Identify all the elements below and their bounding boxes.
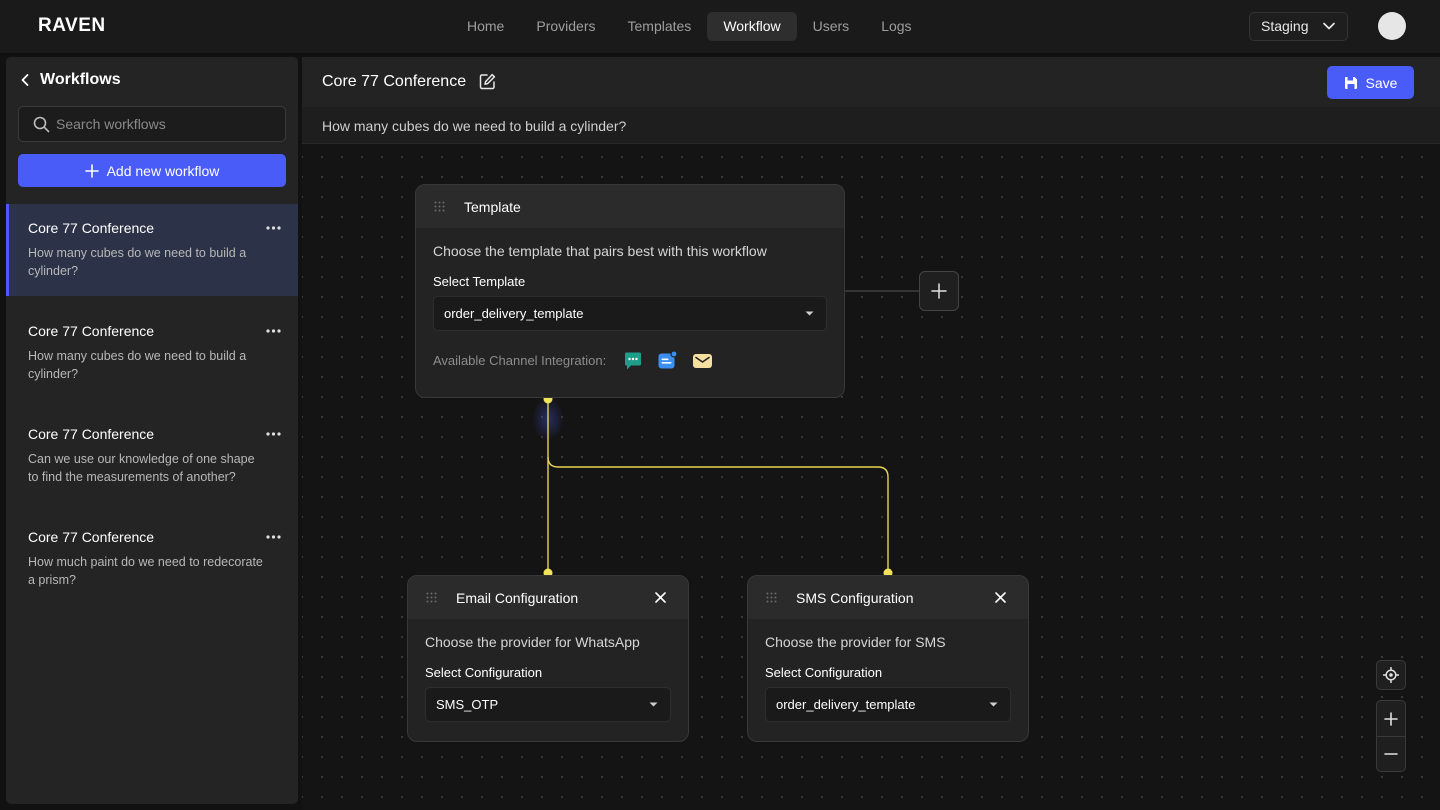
sms-icon: [658, 350, 678, 369]
channels-label: Available Channel Integration:: [433, 353, 607, 368]
nav-item-workflow[interactable]: Workflow: [707, 12, 797, 41]
workflow-list-item[interactable]: Core 77 Conference Can we use our knowle…: [6, 410, 298, 502]
search-icon: [33, 116, 50, 133]
node-header[interactable]: Email Configuration: [408, 576, 688, 619]
add-workflow-button[interactable]: Add new workflow: [18, 154, 286, 187]
node-description: Choose the provider for WhatsApp: [425, 634, 640, 650]
workflows-sidebar: Workflows Add new workflow Core 77 Confe…: [6, 57, 298, 804]
workflow-item-title: Core 77 Conference: [28, 529, 155, 545]
workflow-item-desc: How much paint do we need to redecorate …: [28, 555, 263, 587]
chat-icon: [625, 352, 642, 369]
environment-select[interactable]: Staging: [1249, 12, 1348, 41]
workflow-list-item[interactable]: Core 77 Conference How many cubes do we …: [6, 204, 298, 296]
more-options-icon[interactable]: [266, 432, 281, 436]
sms-configuration-select[interactable]: order_delivery_template: [765, 687, 1011, 722]
workflow-item-desc: How many cubes do we need to build a cyl…: [28, 246, 247, 278]
main-nav: Home Providers Templates Workflow Users …: [451, 12, 928, 41]
environment-value: Staging: [1261, 18, 1309, 34]
app-logo[interactable]: RAVEN: [38, 15, 106, 37]
add-workflow-label: Add new workflow: [106, 162, 220, 179]
more-options-icon[interactable]: [266, 535, 281, 539]
workflow-item-desc: How many cubes do we need to build a cyl…: [28, 349, 247, 381]
sms-configuration-node[interactable]: SMS Configuration Choose the provider fo…: [747, 575, 1029, 742]
select-configuration-label: Select Configuration: [425, 665, 543, 680]
template-select-value: order_delivery_template: [444, 306, 584, 321]
more-options-icon[interactable]: [266, 226, 281, 230]
search-input[interactable]: [56, 107, 276, 141]
node-header[interactable]: SMS Configuration: [748, 576, 1028, 619]
crosshair-icon: [1383, 667, 1399, 683]
nav-item-providers[interactable]: Providers: [520, 12, 611, 41]
nav-item-home[interactable]: Home: [451, 12, 520, 41]
node-body: Choose the provider for SMS Select Confi…: [748, 619, 1028, 722]
select-template-label: Select Template: [433, 274, 526, 289]
close-icon[interactable]: [995, 592, 1006, 603]
node-title: Email Configuration: [456, 590, 579, 606]
nav-item-users[interactable]: Users: [797, 12, 866, 41]
template-node[interactable]: Template Choose the template that pairs …: [415, 184, 845, 398]
workflow-item-title: Core 77 Conference: [28, 426, 155, 442]
search-box: [18, 106, 286, 142]
plus-icon: [1384, 711, 1398, 726]
workflow-item-title: Core 77 Conference: [28, 323, 155, 339]
caret-down-icon: [805, 311, 814, 316]
caret-down-icon: [649, 702, 658, 707]
workflow-list: Core 77 Conference How many cubes do we …: [6, 204, 298, 616]
select-configuration-label: Select Configuration: [765, 665, 883, 680]
email-configuration-value: SMS_OTP: [436, 697, 499, 712]
zoom-out-button[interactable]: [1377, 736, 1405, 771]
node-body: Choose the template that pairs best with…: [416, 228, 844, 371]
minus-icon: [1384, 753, 1398, 755]
caret-down-icon: [989, 702, 998, 707]
email-configuration-select[interactable]: SMS_OTP: [425, 687, 671, 722]
mail-icon: [693, 353, 713, 368]
chevron-left-icon[interactable]: [20, 73, 30, 87]
zoom-controls: [1376, 700, 1406, 772]
node-header[interactable]: Template: [416, 185, 844, 228]
node-description: Choose the template that pairs best with…: [433, 243, 767, 259]
more-options-icon[interactable]: [266, 329, 281, 333]
node-body: Choose the provider for WhatsApp Select …: [408, 619, 688, 722]
node-title: Template: [464, 199, 521, 215]
node-title: SMS Configuration: [796, 590, 914, 606]
email-configuration-node[interactable]: Email Configuration Choose the provider …: [407, 575, 689, 742]
sms-configuration-value: order_delivery_template: [776, 697, 916, 712]
drag-handle-icon[interactable]: [434, 201, 445, 212]
zoom-in-button[interactable]: [1377, 701, 1405, 736]
node-description: Choose the provider for SMS: [765, 634, 946, 650]
user-avatar[interactable]: [1378, 12, 1406, 40]
workflow-item-desc: Can we use our knowledge of one shape to…: [28, 452, 255, 484]
workflow-item-title: Core 77 Conference: [28, 220, 155, 236]
sidebar-title: Workflows: [40, 71, 121, 88]
drag-handle-icon[interactable]: [766, 592, 777, 603]
recenter-button[interactable]: [1376, 660, 1406, 690]
sidebar-header: Workflows: [20, 71, 121, 89]
workflow-list-item[interactable]: Core 77 Conference How many cubes do we …: [6, 307, 298, 399]
nav-item-logs[interactable]: Logs: [865, 12, 927, 41]
channel-integrations: Available Channel Integration:: [433, 350, 827, 371]
connector-template-to-sms: [547, 456, 889, 573]
add-node-button[interactable]: [919, 271, 959, 311]
close-icon[interactable]: [655, 592, 666, 603]
drag-handle-icon[interactable]: [426, 592, 437, 603]
nav-item-templates[interactable]: Templates: [612, 12, 708, 41]
chevron-down-icon: [1323, 22, 1335, 30]
plus-icon: [931, 283, 947, 299]
workflow-list-item[interactable]: Core 77 Conference How much paint do we …: [6, 513, 298, 605]
top-navbar: RAVEN Home Providers Templates Workflow …: [0, 0, 1440, 53]
workflow-canvas[interactable]: Core 77 Conference Save How many cubes d…: [302, 57, 1440, 810]
plus-icon: [84, 163, 99, 178]
template-select[interactable]: order_delivery_template: [433, 296, 827, 331]
